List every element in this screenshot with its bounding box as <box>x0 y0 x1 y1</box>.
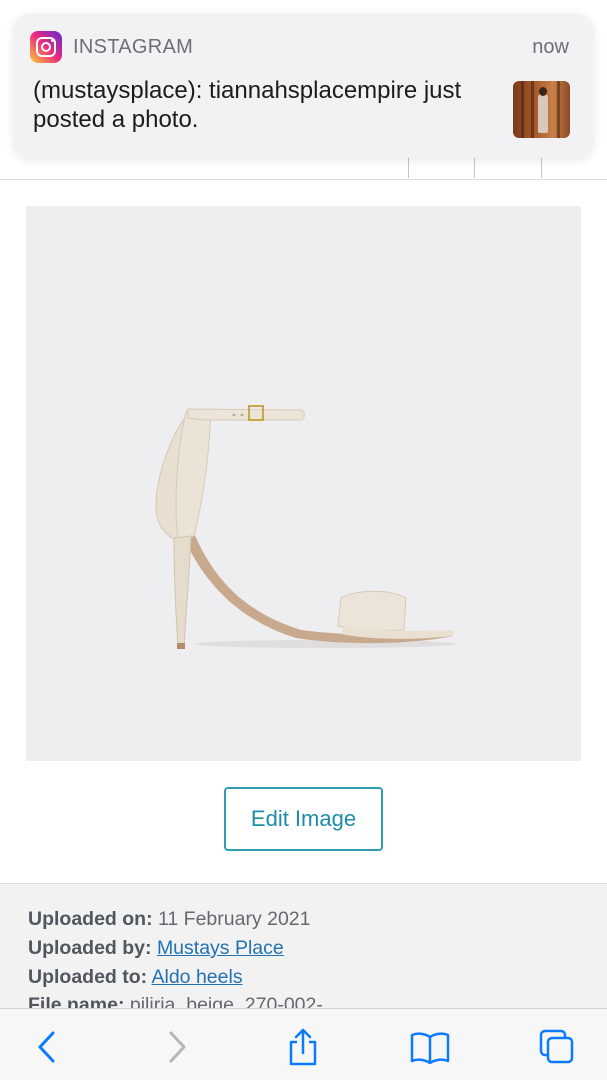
instagram-icon <box>30 31 62 63</box>
uploaded-to-link[interactable]: Aldo heels <box>152 966 243 988</box>
header-divider <box>408 158 409 178</box>
header-divider <box>474 158 475 178</box>
notification-time: now <box>532 36 569 58</box>
file-name-value: piliria_beige_270-002- <box>129 994 323 1008</box>
share-icon[interactable] <box>283 1027 323 1067</box>
beige-heeled-sandal <box>155 405 456 649</box>
uploaded-by-label: Uploaded by: <box>28 937 152 959</box>
tabs-icon[interactable] <box>537 1027 577 1067</box>
uploaded-to-label: Uploaded to: <box>28 966 148 988</box>
header-divider <box>541 158 542 178</box>
book-icon[interactable] <box>410 1027 450 1067</box>
uploaded-on-value: 11 February 2021 <box>158 908 311 930</box>
attachment-image <box>26 206 581 761</box>
chevron-right-icon[interactable] <box>157 1027 197 1067</box>
browser-toolbar <box>0 1008 607 1080</box>
file-name-label: File name: <box>28 994 125 1008</box>
uploaded-on-row: Uploaded on: 11 February 2021 <box>28 908 311 931</box>
post-thumbnail <box>513 81 570 138</box>
uploaded-to-row: Uploaded to: Aldo heels <box>28 966 243 989</box>
uploaded-on-label: Uploaded on: <box>28 908 153 930</box>
chevron-left-icon[interactable] <box>27 1027 67 1067</box>
file-name-row: File name: piliria_beige_270-002- <box>28 994 323 1008</box>
edit-image-button[interactable]: Edit Image <box>224 787 383 851</box>
uploaded-by-link[interactable]: Mustays Place <box>157 937 284 959</box>
notification-banner[interactable]: INSTAGRAM now (mustaysplace): tiannahspl… <box>14 14 593 158</box>
uploaded-by-row: Uploaded by: Mustays Place <box>28 937 284 960</box>
attachment-details: Uploaded on: 11 February 2021 Uploaded b… <box>0 883 607 1008</box>
notification-message: (mustaysplace): tiannahsplacempire just … <box>33 77 462 133</box>
notification-app-name: INSTAGRAM <box>73 36 194 58</box>
